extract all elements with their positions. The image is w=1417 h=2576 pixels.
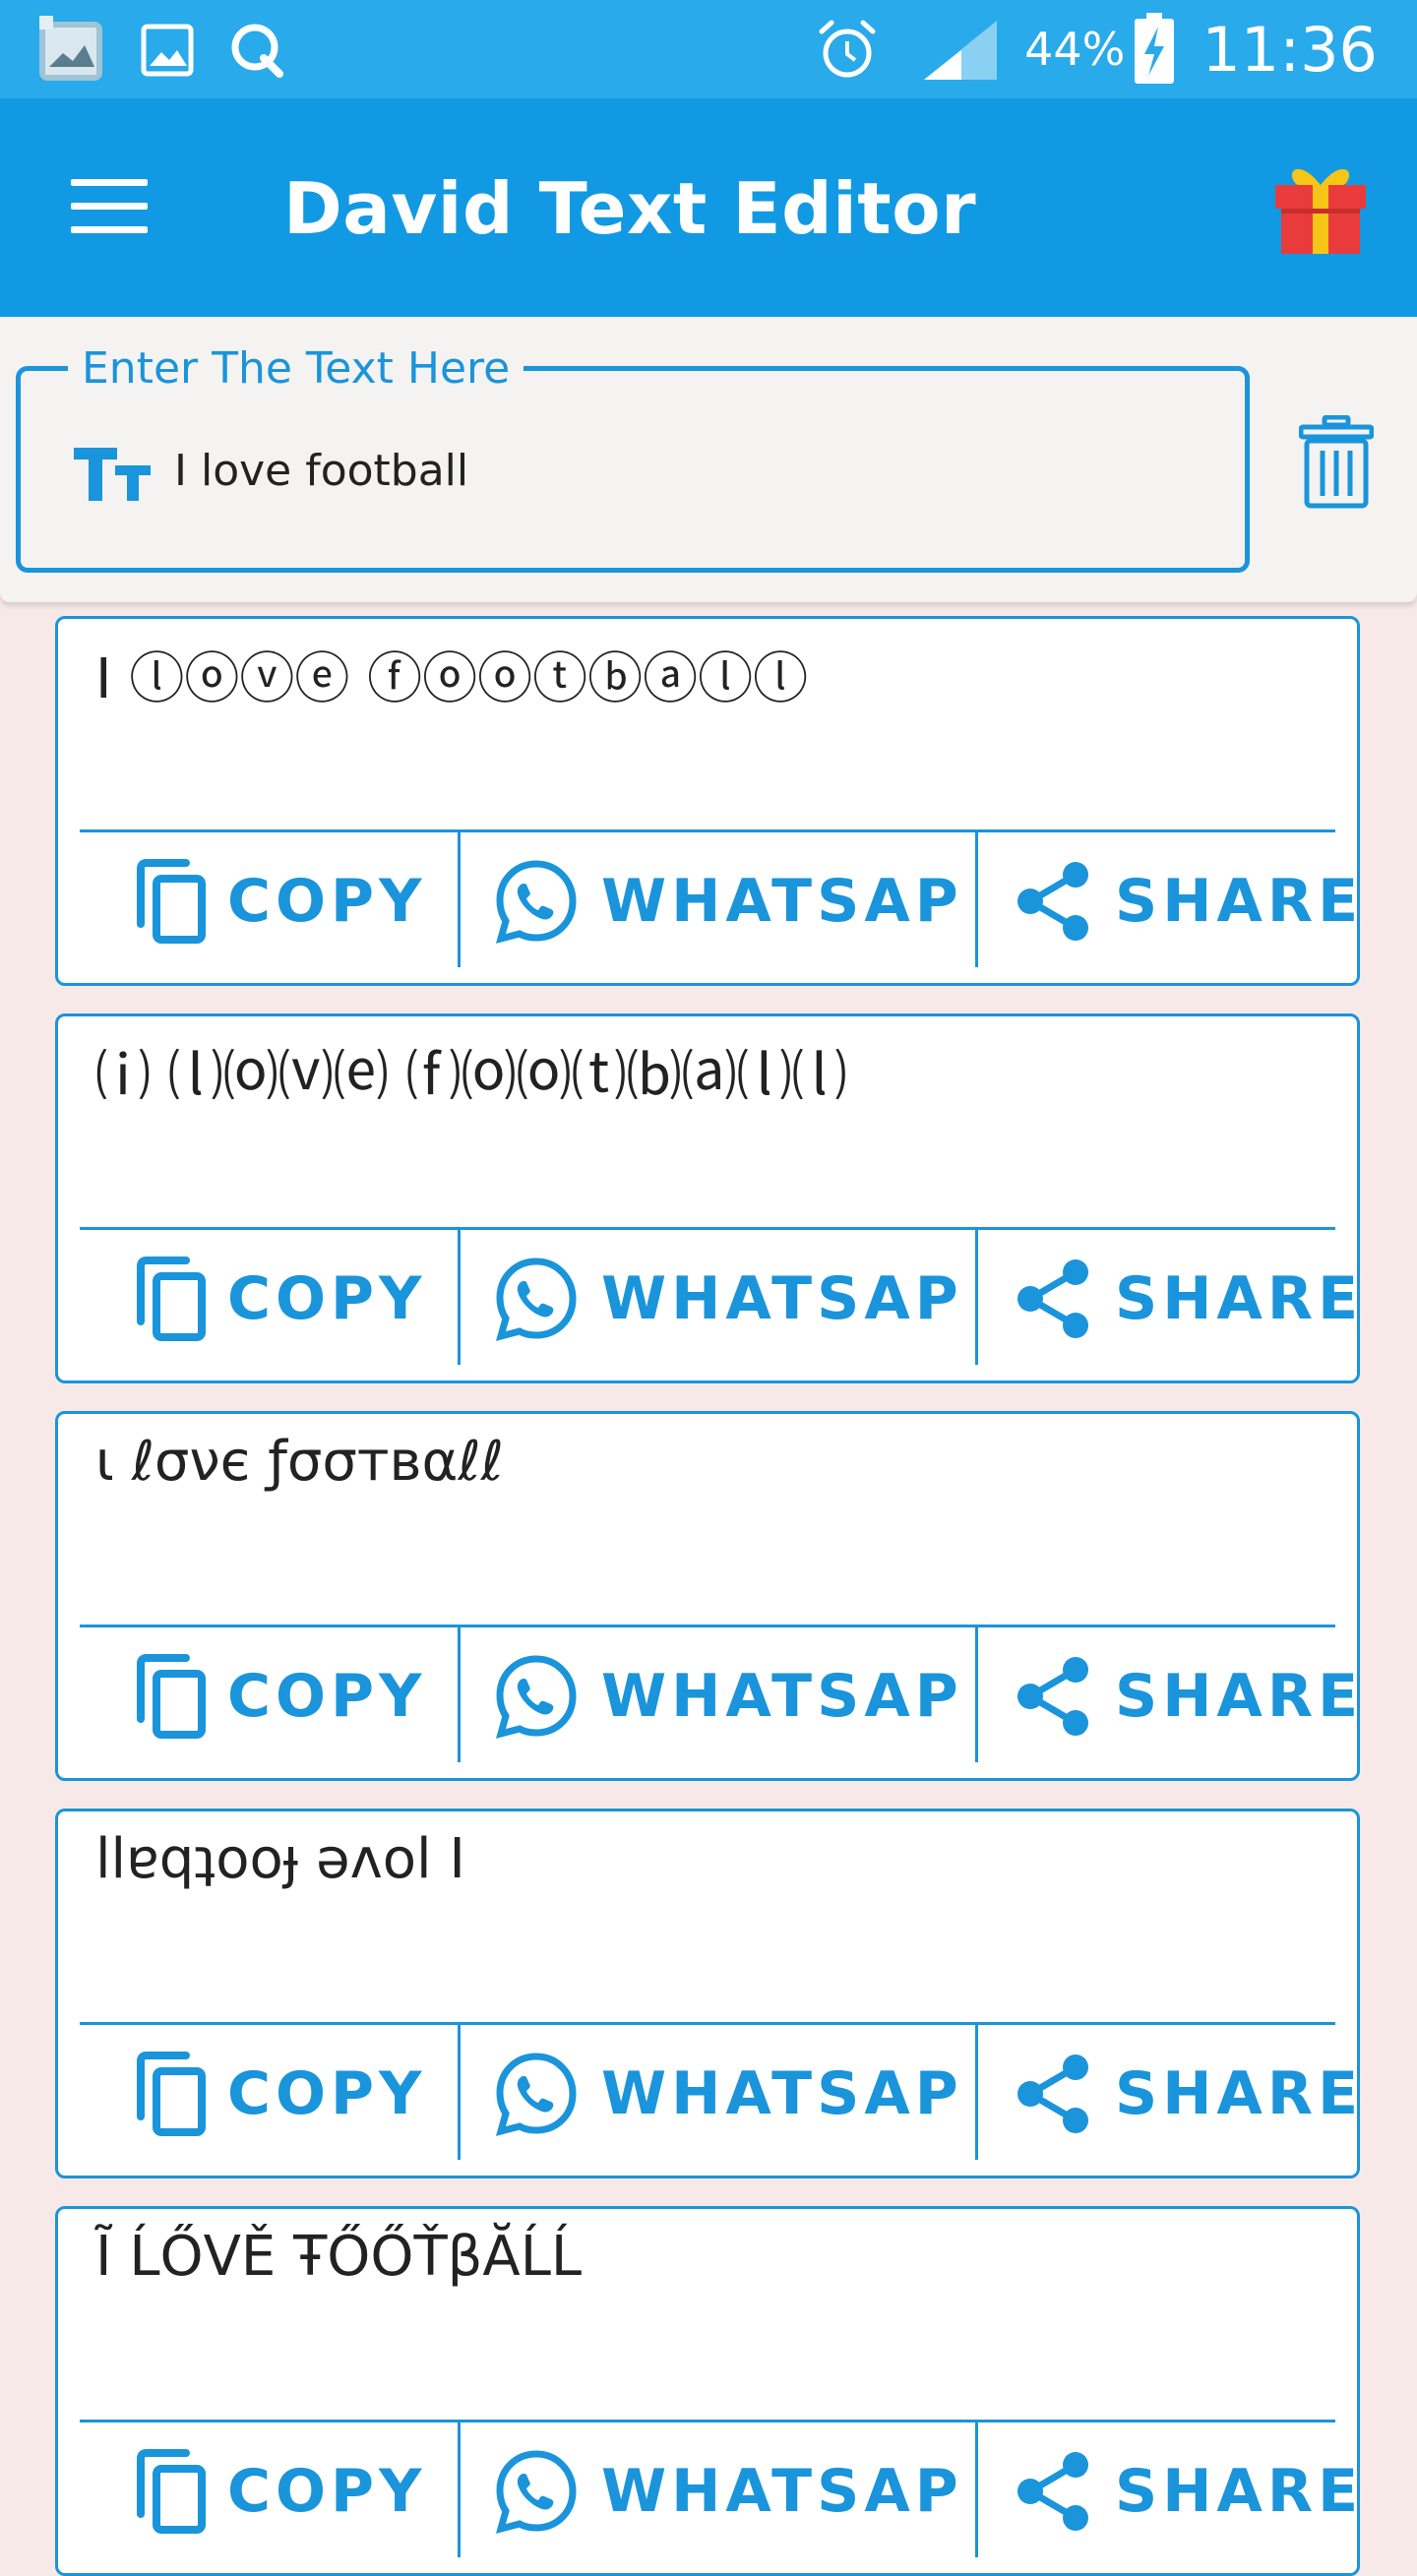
copy-label: COPY: [227, 1264, 427, 1333]
whatsapp-button[interactable]: WHATSAP: [493, 2040, 963, 2148]
copy-icon: [137, 2052, 206, 2136]
q-app-icon: [231, 24, 283, 78]
divider: [975, 2022, 978, 2160]
input-label: Enter The Text Here: [68, 343, 524, 394]
whatsapp-icon: [495, 1655, 577, 1739]
whatsapp-icon: [495, 2053, 577, 2136]
whatsapp-button[interactable]: WHATSAP: [493, 2437, 963, 2545]
styled-text: llɐqʇooɟ ǝʌol I: [95, 1827, 465, 1891]
image-icon: [141, 24, 194, 77]
app-bar: David Text Editor: [0, 98, 1417, 317]
share-icon: [1017, 862, 1088, 941]
signal-icon: [924, 21, 998, 80]
copy-icon: [137, 859, 206, 944]
divider: [80, 2022, 1335, 2025]
divider: [80, 2420, 1335, 2423]
copy-button[interactable]: COPY: [133, 2437, 426, 2545]
styled-text: ι ℓσνє ƒσσтвαℓℓ: [95, 1430, 504, 1494]
divider: [975, 2420, 978, 2557]
divider: [458, 2022, 461, 2160]
divider: [975, 1227, 978, 1365]
share-icon: [1017, 1259, 1088, 1338]
battery-charging-icon: [1135, 13, 1175, 84]
divider: [975, 1625, 978, 1762]
trash-icon[interactable]: [1299, 415, 1374, 510]
copy-button[interactable]: COPY: [133, 847, 426, 955]
copy-button[interactable]: COPY: [133, 1642, 426, 1750]
divider: [458, 1625, 461, 1762]
share-label: SHARE: [1115, 1662, 1364, 1731]
whatsapp-button[interactable]: WHATSAP: [493, 1642, 963, 1750]
copy-icon: [137, 1257, 206, 1341]
whatsapp-button[interactable]: WHATSAP: [493, 1245, 963, 1353]
share-label: SHARE: [1115, 2457, 1364, 2526]
whatsapp-button[interactable]: WHATSAP: [493, 847, 963, 955]
whatsapp-label: WHATSAP: [601, 2059, 963, 2128]
divider: [458, 2420, 461, 2557]
app-title: David Text Editor: [283, 167, 977, 250]
result-card: ⒤ ⒧⒪⒱⒠ ⒡⒪⒪⒯⒝⒜⒧⒧ COPY WHATSAP SHARE: [55, 1013, 1360, 1383]
alarm-icon: [819, 20, 876, 78]
battery-percentage: 44%: [1024, 23, 1126, 76]
result-card: Ĩ ĹŐVĚ ŦŐŐŤβĂĹĹ COPY WHATSAP SHARE: [55, 2206, 1360, 2576]
styled-text: I ⓛⓞⓥⓔ ⓕⓞⓞⓣⓑⓐⓛⓛ: [95, 647, 809, 711]
copy-label: COPY: [227, 867, 427, 936]
share-button[interactable]: SHARE: [1015, 2040, 1363, 2148]
whatsapp-label: WHATSAP: [601, 1264, 963, 1333]
whatsapp-icon: [495, 860, 577, 944]
styled-text: ⒤ ⒧⒪⒱⒠ ⒡⒪⒪⒯⒝⒜⒧⒧: [95, 1045, 847, 1109]
gift-icon[interactable]: [1271, 159, 1370, 258]
input-panel: Enter The Text Here I love football: [0, 317, 1417, 602]
whatsapp-icon: [495, 1257, 577, 1341]
share-button[interactable]: SHARE: [1015, 1642, 1363, 1750]
clock: 11:36: [1201, 13, 1378, 86]
whatsapp-label: WHATSAP: [601, 867, 963, 936]
share-label: SHARE: [1115, 2059, 1364, 2128]
copy-label: COPY: [227, 2457, 427, 2526]
share-icon: [1017, 2055, 1088, 2133]
share-label: SHARE: [1115, 867, 1364, 936]
divider: [80, 1227, 1335, 1230]
copy-icon: [137, 2449, 206, 2534]
gallery-thumbnail-icon: [39, 16, 102, 81]
share-icon: [1017, 1657, 1088, 1736]
share-icon: [1017, 2452, 1088, 2531]
share-button[interactable]: SHARE: [1015, 1245, 1363, 1353]
whatsapp-icon: [495, 2450, 577, 2534]
copy-label: COPY: [227, 1662, 427, 1731]
divider: [458, 1227, 461, 1365]
result-card: llɐqʇooɟ ǝʌol I COPY WHATSAP SHARE: [55, 1809, 1360, 2178]
divider: [458, 829, 461, 967]
text-input-field[interactable]: Enter The Text Here I love football: [16, 343, 1250, 573]
text-size-icon: [74, 448, 151, 501]
share-button[interactable]: SHARE: [1015, 2437, 1363, 2545]
result-card: I ⓛⓞⓥⓔ ⓕⓞⓞⓣⓑⓐⓛⓛ COPY WHATSAP SHARE: [55, 616, 1360, 986]
hamburger-menu-icon[interactable]: [71, 179, 148, 234]
styled-text: Ĩ ĹŐVĚ ŦŐŐŤβĂĹĹ: [95, 2225, 583, 2289]
divider: [80, 829, 1335, 832]
copy-button[interactable]: COPY: [133, 2040, 426, 2148]
copy-label: COPY: [227, 2059, 427, 2128]
divider: [975, 829, 978, 967]
status-bar: 44% 11:36: [0, 0, 1417, 98]
copy-icon: [137, 1654, 206, 1739]
input-value[interactable]: I love football: [174, 446, 468, 496]
divider: [80, 1625, 1335, 1627]
whatsapp-label: WHATSAP: [601, 2457, 963, 2526]
result-card: ι ℓσνє ƒσσтвαℓℓ COPY WHATSAP SHARE: [55, 1411, 1360, 1781]
whatsapp-label: WHATSAP: [601, 1662, 963, 1731]
copy-button[interactable]: COPY: [133, 1245, 426, 1353]
share-button[interactable]: SHARE: [1015, 847, 1363, 955]
share-label: SHARE: [1115, 1264, 1364, 1333]
